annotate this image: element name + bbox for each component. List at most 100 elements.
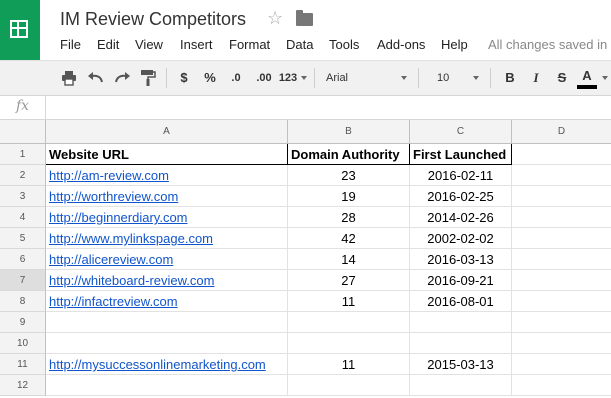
- row-header[interactable]: 1: [0, 144, 46, 165]
- increase-decimal-button[interactable]: .00: [252, 61, 276, 95]
- chevron-down-icon[interactable]: [401, 76, 407, 80]
- spreadsheet-app: IM Review Competitors ☆ File Edit View I…: [0, 0, 611, 398]
- empty-cell[interactable]: [512, 207, 611, 228]
- empty-cell[interactable]: [410, 375, 512, 396]
- empty-cell[interactable]: [512, 375, 611, 396]
- menu-insert[interactable]: Insert: [180, 37, 213, 52]
- domain-authority-cell[interactable]: 23: [288, 165, 410, 186]
- row-header[interactable]: 9: [0, 312, 46, 333]
- domain-authority-cell[interactable]: 14: [288, 249, 410, 270]
- star-icon[interactable]: ☆: [267, 8, 283, 29]
- domain-authority-cell[interactable]: 28: [288, 207, 410, 228]
- empty-cell[interactable]: [512, 312, 611, 333]
- empty-cell[interactable]: [512, 270, 611, 291]
- column-header-a[interactable]: A: [46, 120, 288, 144]
- menu-file[interactable]: File: [60, 37, 81, 52]
- website-url-cell[interactable]: http://whiteboard-review.com: [46, 270, 288, 291]
- save-status[interactable]: All changes saved in Drive: [488, 37, 611, 52]
- formula-input[interactable]: [52, 100, 611, 116]
- print-icon[interactable]: [61, 70, 77, 86]
- header-cell[interactable]: Website URL: [46, 144, 288, 165]
- row-header[interactable]: 10: [0, 333, 46, 354]
- menu-help[interactable]: Help: [441, 37, 468, 52]
- redo-icon[interactable]: [113, 70, 131, 86]
- row-header[interactable]: 6: [0, 249, 46, 270]
- menu-tools[interactable]: Tools: [329, 37, 359, 52]
- website-url-cell[interactable]: http://alicereview.com: [46, 249, 288, 270]
- first-launched-cell[interactable]: 2002-02-02: [410, 228, 512, 249]
- empty-cell[interactable]: [512, 144, 611, 165]
- strikethrough-button[interactable]: S: [553, 61, 571, 95]
- first-launched-cell[interactable]: 2016-03-13: [410, 249, 512, 270]
- empty-cell[interactable]: [512, 249, 611, 270]
- first-launched-cell[interactable]: 2015-03-13: [410, 354, 512, 375]
- empty-cell[interactable]: [288, 375, 410, 396]
- empty-cell[interactable]: [288, 333, 410, 354]
- empty-cell[interactable]: [512, 333, 611, 354]
- first-launched-cell[interactable]: 2016-02-25: [410, 186, 512, 207]
- column-header-b[interactable]: B: [288, 120, 410, 144]
- empty-cell[interactable]: [46, 312, 288, 333]
- bold-button[interactable]: B: [501, 61, 519, 95]
- menu-view[interactable]: View: [135, 37, 163, 52]
- chevron-down-icon[interactable]: [602, 76, 608, 80]
- decrease-decimal-button[interactable]: .0: [225, 61, 247, 95]
- empty-cell[interactable]: [512, 228, 611, 249]
- chevron-down-icon[interactable]: [301, 76, 307, 80]
- domain-authority-cell[interactable]: 42: [288, 228, 410, 249]
- domain-authority-cell[interactable]: 11: [288, 354, 410, 375]
- header-cell[interactable]: First Launched: [410, 144, 512, 165]
- menu-data[interactable]: Data: [286, 37, 313, 52]
- empty-cell[interactable]: [512, 186, 611, 207]
- domain-authority-cell[interactable]: 19: [288, 186, 410, 207]
- domain-authority-cell[interactable]: 11: [288, 291, 410, 312]
- select-all-corner[interactable]: [0, 120, 46, 144]
- menu-edit[interactable]: Edit: [97, 37, 119, 52]
- undo-icon[interactable]: [87, 70, 105, 86]
- more-formats-button[interactable]: 123: [277, 61, 299, 95]
- website-url-cell[interactable]: http://www.mylinkspage.com: [46, 228, 288, 249]
- first-launched-cell[interactable]: 2016-08-01: [410, 291, 512, 312]
- empty-cell[interactable]: [46, 333, 288, 354]
- sheets-logo[interactable]: [0, 0, 40, 60]
- empty-cell[interactable]: [46, 375, 288, 396]
- first-launched-cell[interactable]: 2016-02-11: [410, 165, 512, 186]
- empty-cell[interactable]: [410, 333, 512, 354]
- empty-cell[interactable]: [512, 354, 611, 375]
- website-url-cell[interactable]: http://infactreview.com: [46, 291, 288, 312]
- percent-format-button[interactable]: %: [201, 61, 219, 95]
- chevron-down-icon[interactable]: [473, 76, 479, 80]
- row-header[interactable]: 3: [0, 186, 46, 207]
- website-url-cell[interactable]: http://am-review.com: [46, 165, 288, 186]
- column-header-c[interactable]: C: [410, 120, 512, 144]
- folder-icon[interactable]: [296, 10, 313, 26]
- row-header[interactable]: 2: [0, 165, 46, 186]
- website-url-cell[interactable]: http://beginnerdiary.com: [46, 207, 288, 228]
- first-launched-cell[interactable]: 2014-02-26: [410, 207, 512, 228]
- column-header-d[interactable]: D: [512, 120, 611, 144]
- currency-format-button[interactable]: $: [175, 61, 193, 95]
- italic-button[interactable]: I: [527, 61, 545, 95]
- website-url-cell[interactable]: http://mysuccessonlinemarketing.com: [46, 354, 288, 375]
- header-cell[interactable]: Domain Authority: [288, 144, 410, 165]
- font-size-select[interactable]: 10: [437, 61, 467, 95]
- first-launched-cell[interactable]: 2016-09-21: [410, 270, 512, 291]
- empty-cell[interactable]: [410, 312, 512, 333]
- menu-format[interactable]: Format: [229, 37, 270, 52]
- empty-cell[interactable]: [288, 312, 410, 333]
- row-header[interactable]: 5: [0, 228, 46, 249]
- font-family-select[interactable]: Arial: [326, 61, 406, 95]
- row-header[interactable]: 11: [0, 354, 46, 375]
- empty-cell[interactable]: [512, 291, 611, 312]
- row-header[interactable]: 8: [0, 291, 46, 312]
- empty-cell[interactable]: [512, 165, 611, 186]
- document-title[interactable]: IM Review Competitors: [60, 9, 246, 30]
- paint-format-icon[interactable]: [140, 69, 156, 87]
- text-color-button[interactable]: A: [578, 61, 596, 95]
- row-header[interactable]: 4: [0, 207, 46, 228]
- menu-addons[interactable]: Add-ons: [377, 37, 425, 52]
- website-url-cell[interactable]: http://worthreview.com: [46, 186, 288, 207]
- domain-authority-cell[interactable]: 27: [288, 270, 410, 291]
- row-header[interactable]: 12: [0, 375, 46, 396]
- row-header[interactable]: 7: [0, 270, 46, 291]
